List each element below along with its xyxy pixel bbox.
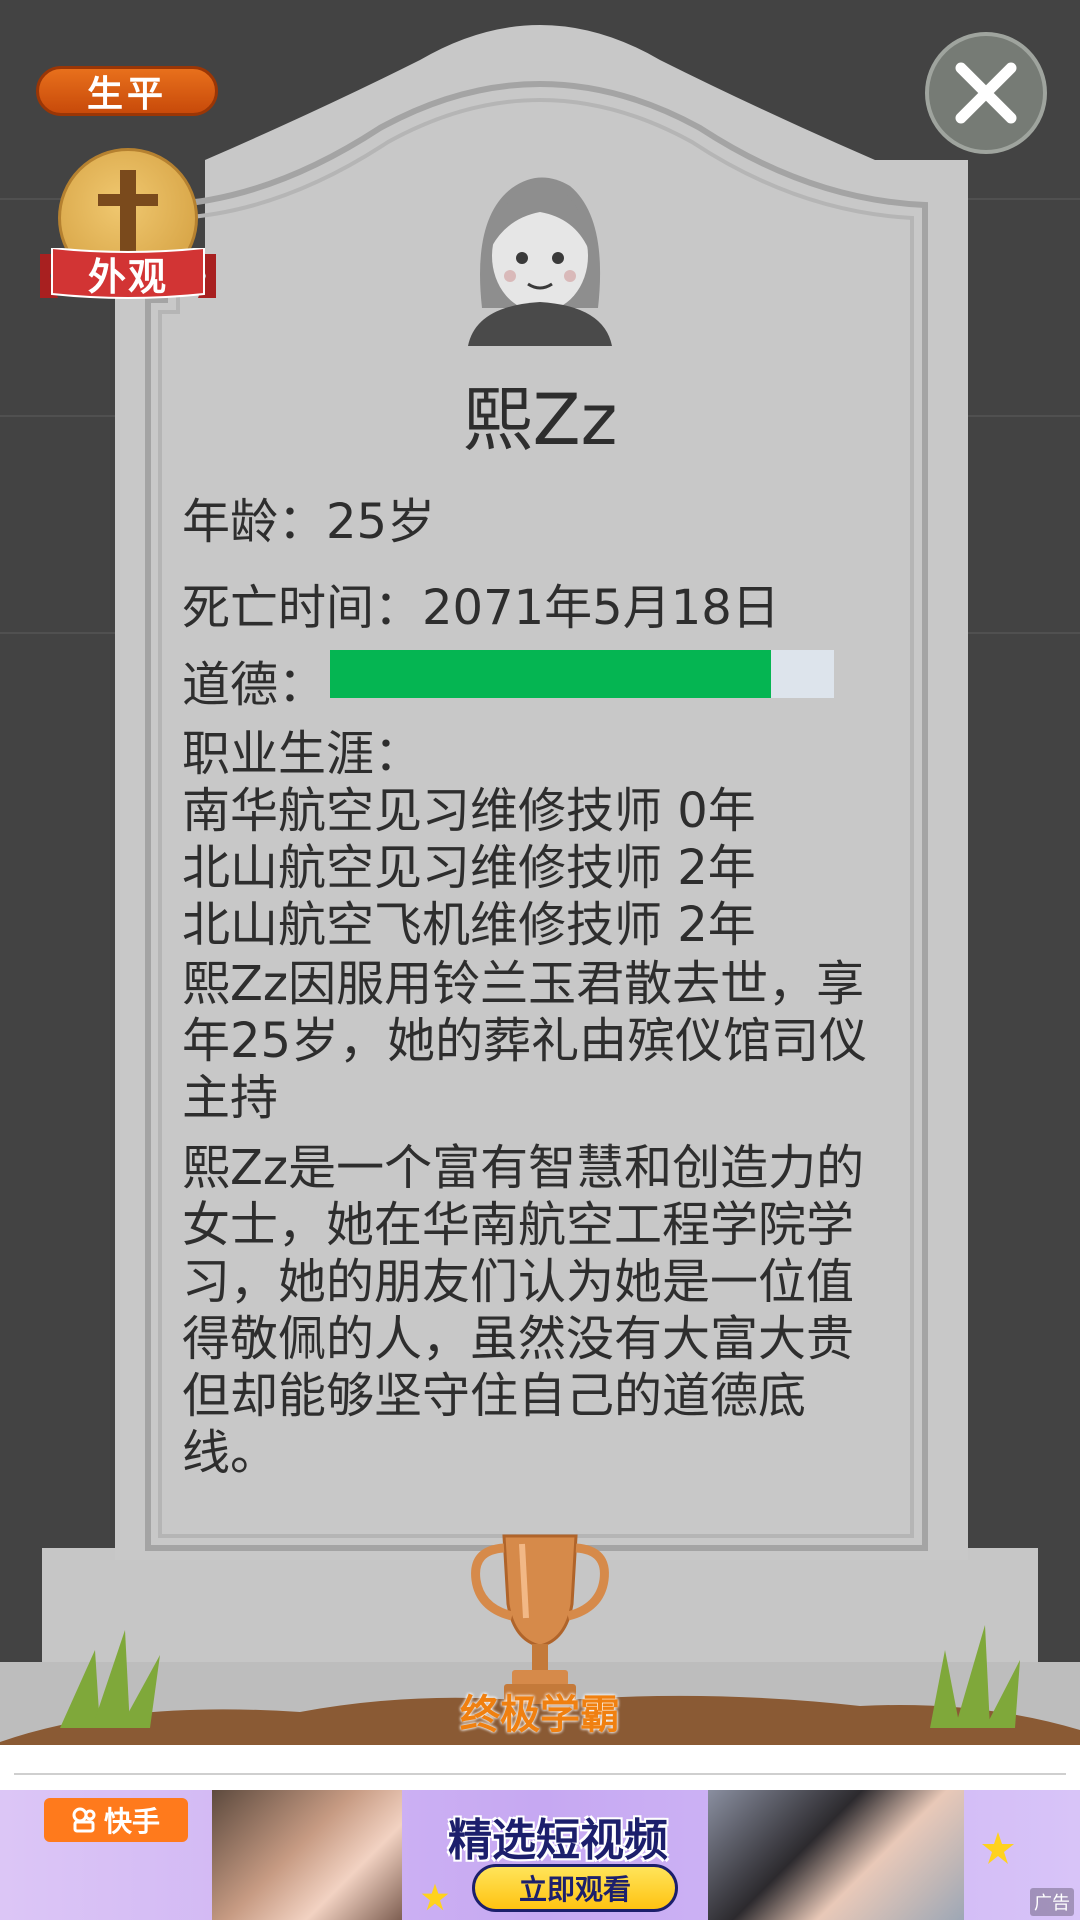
star-icon (421, 1883, 449, 1911)
ad-banner[interactable]: 快手 精选短视频 立即观看 广告 (0, 1790, 1080, 1920)
appearance-button[interactable]: 外观 (40, 148, 216, 304)
lifetime-button[interactable]: 生平 (36, 66, 218, 116)
death-time-line: 死亡时间：2071年5月18日 (182, 580, 780, 636)
biography: 熙Zz是一个富有智慧和创造力的女士，她在华南航空工程学院学习，她的朋友们认为她是… (182, 1140, 865, 1481)
age-line: 年龄：25岁 (182, 494, 436, 550)
star-icon (982, 1832, 1014, 1864)
bottom-gap (0, 1745, 1080, 1790)
close-button[interactable] (925, 32, 1047, 154)
close-icon (955, 62, 1017, 124)
achievement-title: 终极学霸 (460, 1692, 620, 1738)
morality-bar (330, 650, 834, 698)
ad-cta-button[interactable]: 立即观看 (472, 1864, 678, 1912)
avatar (468, 177, 612, 346)
ad-tag: 广告 (1030, 1888, 1074, 1916)
appearance-label: 外观 (87, 254, 168, 299)
ad-brand: 快手 (44, 1798, 188, 1842)
career-item: 北山航空飞机维修技师 2年 (182, 897, 756, 953)
morality-label: 道德： (182, 657, 327, 713)
morality-fill (330, 650, 771, 698)
ad-divider (14, 1773, 1066, 1775)
ad-photo (708, 1790, 964, 1920)
kuaishou-logo-icon (72, 1807, 96, 1833)
character-name: 熙Zz (462, 379, 618, 461)
ad-photo (212, 1790, 402, 1920)
death-description: 熙Zz因服用铃兰玉君散去世，享年25岁，她的葬礼由殡仪馆司仪主持 (182, 956, 868, 1126)
ad-brand-label: 快手 (103, 1805, 160, 1838)
ad-headline: 精选短视频 (448, 1815, 668, 1866)
